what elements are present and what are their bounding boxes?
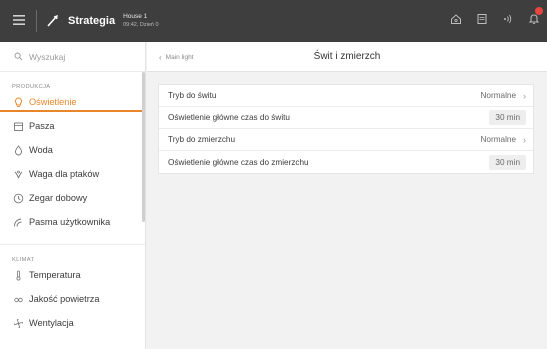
sidebar-item-temperatura[interactable]: Temperatura	[0, 263, 145, 287]
setting-value: Normalne	[480, 91, 517, 100]
setting-row-tryb-do-switu[interactable]: Tryb do świtu Normalne ›	[159, 85, 533, 107]
feed-icon	[12, 120, 24, 132]
chevron-right-icon: ›	[523, 134, 526, 145]
page-title: Świt i zmierzch	[313, 51, 381, 62]
sidebar-item-label: Pasma użytkownika	[29, 217, 111, 227]
sidebar-item-label: Oświetlenie	[29, 97, 77, 107]
setting-row-tryb-do-zmierzchu[interactable]: Tryb do zmierzchu Normalne ›	[159, 129, 533, 151]
sidebar-item-pasza[interactable]: Pasza	[0, 114, 145, 138]
setting-label: Oświetlenie główne czas do zmierzchu	[168, 157, 309, 167]
thermometer-icon	[12, 269, 24, 281]
house-name: House 1	[123, 13, 148, 20]
setting-label: Tryb do świtu	[168, 91, 217, 100]
document-icon	[476, 12, 488, 30]
lightbulb-icon	[12, 96, 24, 108]
user-bands-icon	[12, 216, 24, 228]
search-bar[interactable]: Wyszukaj	[0, 42, 145, 72]
sidebar-item-label: Temperatura	[29, 270, 81, 280]
sidebar-item-label: Wentylacja	[29, 318, 74, 328]
app-title: Strategia	[68, 15, 116, 27]
page-header: ‹ Main light Świt i zmierzch	[147, 42, 547, 72]
clock-icon	[12, 192, 24, 204]
setting-value-select[interactable]: Normalne ›	[481, 135, 527, 145]
search-input[interactable]: Wyszukaj	[29, 52, 65, 62]
air-quality-icon	[12, 293, 24, 305]
settings-card: Tryb do świtu Normalne › Oświetlenie głó…	[158, 84, 534, 174]
notification-badge	[535, 7, 543, 15]
section-label-klimat: KLIMAT	[0, 244, 145, 263]
sidebar-item-jakosc-powietrza[interactable]: Jakość powietrza	[0, 287, 145, 311]
home-button[interactable]	[443, 0, 469, 42]
search-icon	[14, 48, 23, 66]
document-button[interactable]	[469, 0, 495, 42]
sidebar-item-label: Jakość powietrza	[29, 294, 100, 304]
water-drop-icon	[12, 144, 24, 156]
sidebar: Wyszukaj PRODUKCJA Oświetlenie Pasza Wod…	[0, 42, 146, 349]
sidebar-item-woda[interactable]: Woda	[0, 138, 145, 162]
setting-row-czas-do-switu[interactable]: Oświetlenie główne czas do świtu 30 min	[159, 107, 533, 129]
sidebar-item-label: Pasza	[29, 121, 55, 131]
divider	[36, 10, 37, 32]
chevron-right-icon: ›	[523, 90, 526, 101]
sidebar-item-label: Woda	[29, 145, 53, 155]
sidebar-item-waga-dla-ptakow[interactable]: Waga dla ptaków	[0, 162, 145, 186]
duration-input[interactable]: 30 min	[489, 110, 526, 125]
sidebar-item-label: Zegar dobowy	[29, 193, 88, 203]
setting-row-czas-do-zmierzchu[interactable]: Oświetlenie główne czas do zmierzchu 30 …	[159, 151, 533, 173]
top-bar: Strategia House 1 09:42, Dzień 0	[0, 0, 547, 42]
signal-button[interactable]	[495, 0, 521, 42]
sidebar-item-wentylacja[interactable]: Wentylacja	[0, 311, 145, 335]
main-content: ‹ Main light Świt i zmierzch Tryb do świ…	[147, 42, 547, 349]
sidebar-scrollbar[interactable]	[142, 72, 145, 222]
sidebar-item-pasma-uzytkownika[interactable]: Pasma użytkownika	[0, 210, 145, 234]
bird-weight-icon	[12, 168, 24, 180]
notifications-button[interactable]	[521, 0, 547, 42]
sidebar-item-oswietlenie[interactable]: Oświetlenie	[0, 90, 145, 114]
sidebar-item-zegar-dobowy[interactable]: Zegar dobowy	[0, 186, 145, 210]
setting-value: Normalne	[480, 135, 517, 144]
house-selector[interactable]: House 1 09:42, Dzień 0	[123, 13, 158, 29]
menu-button[interactable]	[8, 0, 30, 42]
ventilation-icon	[12, 317, 24, 329]
sidebar-item-label: Waga dla ptaków	[29, 169, 100, 179]
setting-value-select[interactable]: Normalne ›	[481, 91, 527, 101]
signal-icon	[502, 12, 514, 30]
logo-icon	[45, 12, 63, 30]
duration-input[interactable]: 30 min	[489, 154, 526, 170]
menu-icon	[13, 12, 25, 30]
setting-label: Oświetlenie główne czas do świtu	[168, 113, 290, 122]
home-icon	[450, 12, 462, 30]
setting-label: Tryb do zmierzchu	[168, 135, 236, 144]
house-time-day: 09:42, Dzień 0	[123, 22, 159, 28]
